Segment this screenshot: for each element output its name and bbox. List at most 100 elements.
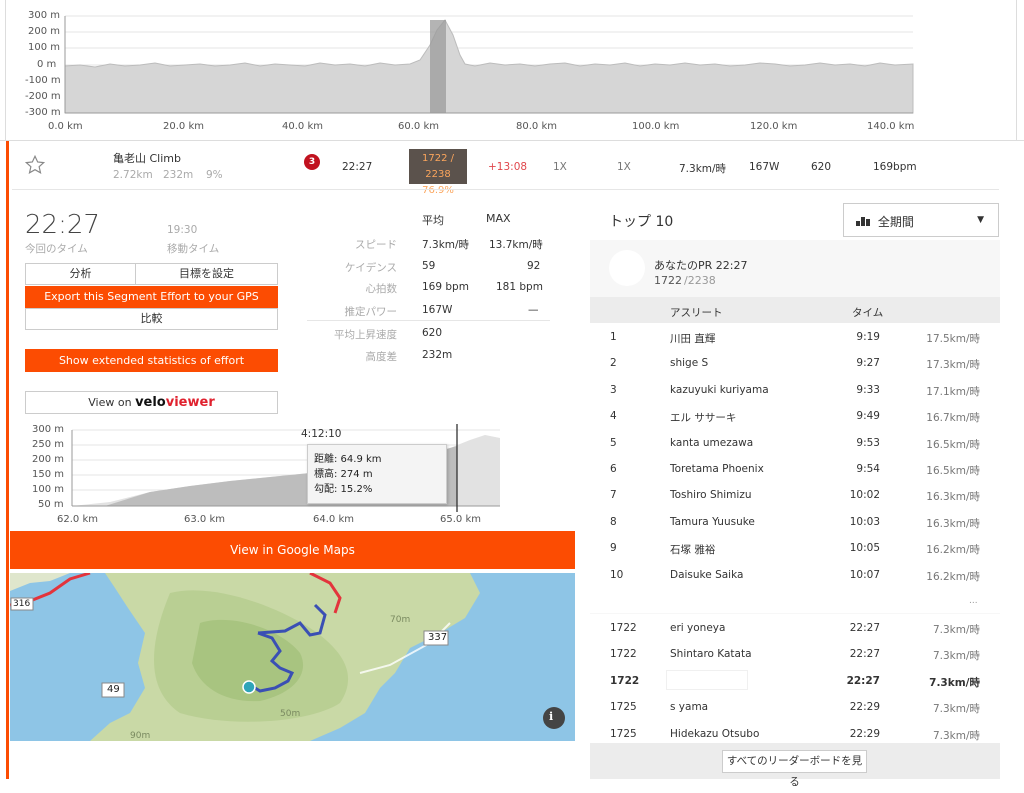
row-athlete-link[interactable]: Shintaro Katata [670, 648, 752, 660]
stat-label: 高度差 [365, 351, 398, 363]
row-time: 22:27 [849, 648, 880, 660]
x-tick-label: 120.0 km [750, 121, 798, 132]
map-route-label: 316 [13, 599, 31, 609]
segment-time: 22:27 [342, 161, 373, 173]
row-athlete-link[interactable]: 石塚 雅裕 [670, 542, 715, 557]
veloviewer-button[interactable]: View on veloviewer [25, 391, 278, 414]
x-tick-label: 100.0 km [632, 121, 680, 132]
stat-max: 181 bpm [496, 281, 543, 293]
attempts-col: 1X [553, 161, 567, 173]
col-athlete[interactable]: アスリート [670, 305, 723, 320]
row-athlete-redacted [666, 670, 748, 690]
y-tick-label: 100 m [28, 42, 61, 53]
x-tick-label: 20.0 km [163, 121, 204, 132]
info-icon[interactable]: i [549, 710, 553, 723]
star-icon[interactable] [24, 154, 46, 179]
map-route-label: 49 [107, 684, 120, 695]
leaderboard-title: トップ 10 [609, 214, 674, 230]
effort-time: 22:27 [25, 210, 100, 240]
row-time: 9:19 [856, 331, 880, 343]
row-time: 9:53 [856, 437, 880, 449]
bar-chart-icon [856, 216, 870, 226]
divider [0, 140, 1024, 141]
veloviewer-logo-viewer: viewer [165, 395, 215, 410]
y-tick-label: 50 m [38, 499, 64, 510]
y-tick-label: 250 m [32, 439, 65, 450]
y-tick-label: -200 m [25, 91, 61, 102]
compare-button[interactable]: 比較 [25, 308, 278, 330]
x-tick-label: 80.0 km [516, 121, 557, 132]
rank-text: 1722 / 2238 [422, 153, 454, 180]
leaderboard-header [590, 297, 1000, 323]
row-rank: 5 [610, 437, 617, 449]
row-time: 9:49 [856, 410, 880, 422]
export-gps-button[interactable]: Export this Segment Effort to your GPS [25, 286, 278, 308]
period-filter-dropdown[interactable]: 全期間 ▼ [843, 203, 999, 237]
y-tick-label: 150 m [32, 469, 65, 480]
row-speed: 7.3km/時 [932, 624, 980, 636]
stat-avg: 232m [422, 349, 453, 361]
row-rank: 8 [610, 516, 617, 528]
category-badge: 3 [304, 154, 320, 170]
row-speed: 16.5km/時 [926, 439, 980, 451]
row-speed: 16.3km/時 [926, 491, 980, 503]
row-time: 22:27 [849, 622, 880, 634]
contour-label: 90m [130, 731, 151, 741]
veloviewer-logo-velo: velo [135, 395, 166, 410]
y-tick-label: -300 m [25, 107, 61, 118]
stat-avg: 167W [422, 304, 453, 316]
x-tick-label: 63.0 km [184, 514, 225, 525]
row-time: 22:29 [849, 701, 880, 713]
row-athlete-link[interactable]: kazuyuki kuriyama [670, 384, 769, 396]
row-athlete-link[interactable]: eri yoneya [670, 622, 725, 634]
pr-label: あなたのPR 22:27 [654, 259, 748, 272]
row-athlete-link[interactable]: Toshiro Shimizu [670, 489, 752, 501]
set-goal-button[interactable]: 目標を設定 [135, 263, 278, 285]
x-tick-label: 65.0 km [440, 514, 481, 525]
row-athlete-link[interactable]: Toretama Phoenix [670, 463, 764, 475]
stats-head-avg: 平均 [422, 214, 444, 227]
tooltip-grade: 勾配: 15.2% [314, 484, 373, 495]
divider [12, 189, 999, 190]
row-athlete-link[interactable]: 川田 直輝 [670, 331, 715, 346]
x-tick-label: 40.0 km [282, 121, 323, 132]
row-athlete-link[interactable]: エル ササーキ [670, 410, 736, 425]
row-athlete-link[interactable]: Daisuke Saika [670, 569, 743, 581]
row-speed: 16.2km/時 [926, 571, 980, 583]
stat-avg: 169 bpm [422, 281, 469, 293]
y-tick-label: 200 m [28, 26, 61, 37]
x-tick-label: 62.0 km [57, 514, 98, 525]
row-athlete-link[interactable]: Hidekazu Otsubo [670, 728, 759, 740]
moving-time: 19:30 [167, 224, 198, 236]
rank-box: 1722 / 2238 76.9% [409, 149, 467, 196]
elevation-profile-svg [5, 0, 1017, 140]
row-athlete-link[interactable]: shige S [670, 357, 708, 369]
segment-map[interactable]: 337 49 316 70m 50m 90m i [10, 573, 575, 741]
row-rank: 2 [610, 357, 617, 369]
stat-label: ケイデンス [344, 262, 397, 274]
row-speed: 16.7km/時 [926, 412, 980, 424]
time-behind: +13:08 [488, 161, 528, 173]
stat-avg: 620 [422, 327, 443, 339]
tooltip-elevation: 標高: 274 m [314, 469, 373, 480]
segment-elevation-chart[interactable]: 300 m 250 m 200 m 150 m 100 m 50 m 62.0 … [10, 420, 510, 530]
segment-speed: 7.3km/時 [679, 163, 727, 175]
analyze-button[interactable]: 分析 [25, 263, 136, 285]
segment-name[interactable]: 亀老山 Climb [113, 150, 181, 166]
row-athlete-link[interactable]: kanta umezawa [670, 437, 753, 449]
x-tick-label: 140.0 km [867, 121, 915, 132]
row-speed: 7.3km/時 [929, 677, 980, 689]
row-rank: 6 [610, 463, 617, 475]
row-rank: 1722 [610, 648, 637, 660]
extended-stats-button[interactable]: Show extended statistics of effort [25, 349, 278, 372]
col-time[interactable]: タイム [852, 305, 883, 320]
row-speed: 17.5km/時 [926, 333, 980, 345]
stat-label: 心拍数 [365, 283, 398, 295]
row-rank: 1725 [610, 728, 637, 740]
row-athlete-link[interactable]: s yama [670, 701, 708, 713]
row-athlete-link[interactable]: Tamura Yuusuke [670, 516, 755, 528]
row-time: 10:07 [849, 569, 880, 581]
google-maps-button[interactable]: View in Google Maps [10, 531, 575, 569]
elevation-profile-chart[interactable]: 300 m 200 m 100 m 0 m -100 m -200 m -300… [0, 0, 1024, 140]
see-all-leaderboards-button[interactable]: すべてのリーダーボードを見る [722, 750, 867, 788]
